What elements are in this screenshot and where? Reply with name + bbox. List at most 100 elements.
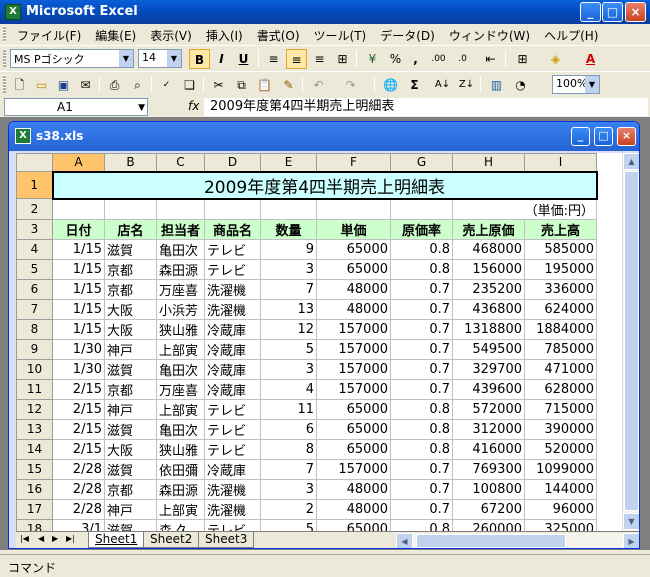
cell[interactable]: 549500 (452, 338, 525, 360)
row-header[interactable]: 16 (16, 478, 53, 500)
currency-icon[interactable]: ¥ (362, 49, 383, 69)
cell[interactable]: 48000 (316, 278, 391, 300)
comma-style-button[interactable]: , (405, 49, 426, 69)
chevron-down-icon[interactable]: ▼ (138, 100, 145, 116)
row-header[interactable]: 10 (16, 358, 53, 380)
row-header[interactable]: 15 (16, 458, 53, 480)
header-cell[interactable]: 商品名 (204, 218, 261, 240)
increase-decimal-button[interactable]: .00 (428, 49, 449, 69)
cell[interactable] (316, 198, 391, 220)
italic-button[interactable]: I (211, 49, 232, 69)
cell[interactable]: 156000 (452, 258, 525, 280)
cell[interactable]: 洗濯機 (204, 478, 261, 500)
cell[interactable]: 3 (260, 478, 317, 500)
header-cell[interactable]: 原価率 (390, 218, 453, 240)
cell[interactable]: 9 (260, 238, 317, 260)
cell[interactable]: 0.8 (390, 418, 453, 440)
cell[interactable]: 小浜芳 (156, 298, 205, 320)
merge-center-icon[interactable]: ⊞ (332, 49, 353, 69)
cell[interactable]: 万座喜 (156, 278, 205, 300)
cell[interactable]: 628000 (524, 378, 597, 400)
cell[interactable]: テレビ (204, 418, 261, 440)
cell[interactable]: 京都 (104, 258, 157, 280)
scroll-right-icon[interactable]: ▶ (623, 533, 639, 548)
cell[interactable]: 森 久 (156, 518, 205, 531)
cell[interactable]: 8 (260, 438, 317, 460)
cell[interactable]: 京都 (104, 278, 157, 300)
cell[interactable]: 3 (260, 358, 317, 380)
column-header-a[interactable]: A (52, 153, 105, 172)
cell[interactable]: 5 (260, 518, 317, 531)
cell[interactable]: 2/28 (52, 458, 105, 480)
tab-sheet1[interactable]: Sheet1 (88, 532, 145, 548)
horizontal-scroll-thumb[interactable] (416, 534, 566, 548)
first-sheet-icon[interactable]: |◀ (20, 534, 29, 543)
menu-file[interactable]: ファイル(F) (10, 26, 88, 45)
undo-icon[interactable]: ↶ (308, 75, 329, 95)
cell[interactable]: 滋賀 (104, 458, 157, 480)
cell[interactable]: テレビ (204, 398, 261, 420)
print-icon[interactable]: ⎙ (104, 75, 125, 95)
next-sheet-icon[interactable]: ▶ (52, 534, 58, 543)
header-cell[interactable]: 単価 (316, 218, 391, 240)
percent-button[interactable]: % (385, 49, 406, 69)
cell[interactable]: 157000 (316, 318, 391, 340)
cell[interactable]: 京都 (104, 478, 157, 500)
cell[interactable]: 狭山雅 (156, 438, 205, 460)
cell[interactable]: 0.7 (390, 298, 453, 320)
workbook-restore-button[interactable]: □ (594, 127, 613, 146)
cell[interactable]: 390000 (524, 418, 597, 440)
cell[interactable]: 336000 (524, 278, 597, 300)
cell[interactable]: 157000 (316, 378, 391, 400)
cell[interactable]: 48000 (316, 298, 391, 320)
cell[interactable]: 65000 (316, 258, 391, 280)
font-name-select[interactable]: MS Pゴシック ▼ (10, 49, 134, 68)
scroll-down-icon[interactable]: ▼ (623, 513, 639, 530)
chevron-down-icon[interactable]: ▼ (119, 50, 133, 67)
underline-button[interactable]: U (233, 49, 254, 69)
prev-sheet-icon[interactable]: ◀ (38, 534, 44, 543)
menu-edit[interactable]: 編集(E) (88, 26, 143, 45)
cell[interactable]: 329700 (452, 358, 525, 380)
cell[interactable]: 13 (260, 298, 317, 320)
menu-window[interactable]: ウィンドウ(W) (442, 26, 537, 45)
cell[interactable]: 洗濯機 (204, 278, 261, 300)
row-header[interactable]: 5 (16, 258, 53, 280)
cell[interactable]: 67200 (452, 498, 525, 520)
cell[interactable]: 0.8 (390, 518, 453, 531)
cell[interactable]: 上部寅 (156, 338, 205, 360)
cell[interactable]: 冷蔵庫 (204, 338, 261, 360)
cell[interactable]: 785000 (524, 338, 597, 360)
cell[interactable]: テレビ (204, 258, 261, 280)
vertical-scrollbar[interactable]: ▲ ▼ (623, 153, 639, 531)
cell[interactable]: 洗濯機 (204, 298, 261, 320)
fill-color-icon[interactable]: ◈ (545, 49, 566, 69)
insert-function-button[interactable]: fx (188, 99, 199, 113)
cell[interactable]: 滋賀 (104, 358, 157, 380)
cell[interactable]: 416000 (452, 438, 525, 460)
cell[interactable]: 神戸 (104, 338, 157, 360)
cell[interactable]: 依田彌 (156, 458, 205, 480)
cell[interactable] (156, 198, 205, 220)
cell[interactable]: 572000 (452, 398, 525, 420)
column-header-c[interactable]: C (156, 153, 205, 172)
chevron-down-icon[interactable]: ▼ (167, 50, 181, 67)
research-icon[interactable]: ❏ (179, 75, 200, 95)
cell[interactable]: 65000 (316, 518, 391, 531)
row-header[interactable]: 9 (16, 338, 53, 360)
vertical-scroll-thumb[interactable] (624, 171, 639, 511)
excel-app-icon[interactable]: X (5, 4, 21, 20)
cell[interactable]: 京都 (104, 378, 157, 400)
sheet-title-cell[interactable]: 2009年度第4四半期売上明細表 (51, 170, 598, 200)
cell[interactable]: 1/15 (52, 318, 105, 340)
cell[interactable]: 439600 (452, 378, 525, 400)
cell[interactable]: 滋賀 (104, 518, 157, 531)
align-center-icon[interactable]: ≡ (286, 49, 307, 69)
cell[interactable]: 狭山雅 (156, 318, 205, 340)
spelling-icon[interactable]: ✓ (156, 75, 177, 95)
row-header[interactable]: 14 (16, 438, 53, 460)
cell[interactable] (204, 198, 261, 220)
cell[interactable]: 亀田次 (156, 358, 205, 380)
open-folder-icon[interactable]: ▭ (31, 75, 52, 95)
column-header-b[interactable]: B (104, 153, 157, 172)
